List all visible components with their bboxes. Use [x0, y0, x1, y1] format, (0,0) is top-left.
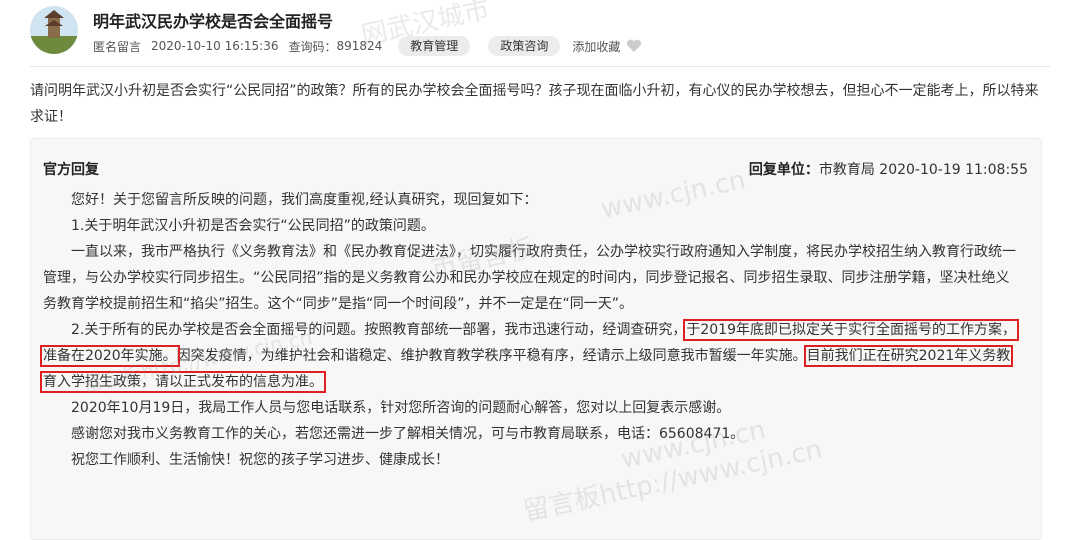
- post-meta: 匿名留言 2020-10-10 16:15:36 查询码： 891824 教育管…: [93, 36, 642, 56]
- question-text: 请问明年武汉小升初是否会实行“公民同招”的政策？所有的民办学校会全面摇号吗？孩子…: [30, 83, 1039, 125]
- reply-body: 您好！关于您留言所反映的问题，我们高度重视,经认真研究，现回复如下： 1.关于明…: [39, 187, 1023, 473]
- reply-paragraph: 感谢您对我市义务教育工作的关心，若您还需进一步了解相关情况，可与市教育局联系，电…: [71, 426, 745, 442]
- favorite-button[interactable]: 添加收藏: [572, 38, 620, 55]
- reply-unit-name: 市教育局: [818, 162, 875, 178]
- reply-text: 因突发疫情，为维护社会和谐稳定、维护教育教学秩序平稳有序，经请示上级同意我市暂缓…: [176, 348, 807, 364]
- reply-paragraph: 2.关于所有的民办学校是否会全面摇号的问题。按照教育部统一部署，我市迅速行动，经…: [39, 317, 1023, 395]
- reply-paragraph: 您好！关于您留言所反映的问题，我们高度重视,经认真研究，现回复如下：: [71, 192, 538, 208]
- official-reply: 官方回复 回复单位：市教育局 2020-10-19 11:08:55 您好！关于…: [30, 138, 1042, 540]
- post-title: 明年武汉民办学校是否会全面摇号: [93, 12, 334, 31]
- query-code-label: 查询码：: [288, 39, 337, 54]
- query-code: 891824: [336, 39, 383, 53]
- post-header: 明年武汉民办学校是否会全面摇号 匿名留言 2020-10-10 16:15:36…: [0, 0, 1080, 70]
- reply-text: 2.关于所有的民办学校是否会全面摇号的问题。按照教育部统一部署，我市迅速行动，经…: [71, 322, 687, 338]
- heart-icon[interactable]: [626, 39, 642, 53]
- post-date: 2020-10-10 16:15:36: [151, 39, 279, 53]
- reply-unit: 回复单位：市教育局 2020-10-19 11:08:55: [749, 159, 1028, 179]
- author: 匿名留言: [93, 39, 142, 54]
- reply-header: 官方回复 回复单位：市教育局 2020-10-19 11:08:55: [43, 159, 1028, 181]
- tag-education-management[interactable]: 教育管理: [398, 36, 471, 56]
- reply-label: 官方回复: [43, 162, 99, 178]
- reply-paragraph: 1.关于明年武汉小升初是否会实行“公民同招”的政策问题。: [71, 218, 435, 234]
- reply-paragraph: 一直以来，我市严格执行《义务教育法》和《民办教育促进法》，切实履行政府责任，公办…: [43, 244, 1016, 312]
- reply-paragraph: 2020年10月19日，我局工作人员与您电话联系，针对您所咨询的问题耐心解答，您…: [71, 400, 731, 416]
- reply-unit-label: 回复单位：: [748, 162, 819, 178]
- divider: [30, 66, 1050, 67]
- avatar: [30, 6, 78, 54]
- reply-date: 2020-10-19 11:08:55: [879, 162, 1028, 178]
- reply-paragraph: 祝您工作顺利、生活愉快！祝您的孩子学习进步、健康成长！: [71, 452, 449, 468]
- tag-policy-consult[interactable]: 政策咨询: [488, 36, 561, 56]
